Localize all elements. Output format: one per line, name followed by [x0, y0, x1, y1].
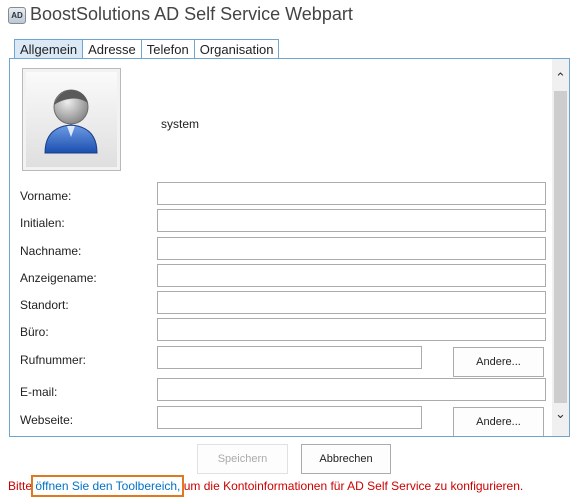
display-name-label: Anzeigename:: [20, 271, 97, 285]
general-tab-panel: system Vorname: Initialen: Nachname: Anz…: [9, 58, 570, 437]
last-name-label: Nachname:: [20, 244, 82, 258]
username-text: system: [161, 117, 200, 131]
tab-organisation[interactable]: Organisation: [194, 39, 280, 59]
open-toolpane-link[interactable]: öffnen Sie den Toolbereich,: [31, 475, 185, 497]
website-other-button[interactable]: Andere...: [453, 407, 544, 436]
initials-label: Initialen:: [20, 216, 65, 230]
tab-adresse[interactable]: Adresse: [83, 39, 142, 59]
scroll-down-arrow-icon[interactable]: ⌄: [552, 405, 569, 422]
scrollbar-thumb[interactable]: [554, 91, 567, 403]
user-photo[interactable]: [22, 68, 121, 171]
page-title: BoostSolutions AD Self Service Webpart: [30, 4, 353, 24]
phone-label: Rufnummer:: [20, 353, 87, 367]
tab-bar: Allgemein Adresse Telefon Organisation: [14, 39, 280, 59]
message-suffix: um die Kontoinformationen für AD Self Se…: [183, 479, 524, 493]
email-label: E-mail:: [20, 385, 58, 399]
phone-field[interactable]: [157, 346, 422, 369]
save-button[interactable]: Speichern: [197, 444, 288, 474]
tab-telefon[interactable]: Telefon: [141, 39, 195, 59]
office-field[interactable]: [157, 318, 546, 341]
email-field[interactable]: [157, 378, 546, 401]
user-avatar-icon: [44, 89, 98, 154]
phone-other-button[interactable]: Andere...: [453, 347, 544, 377]
display-name-field[interactable]: [157, 264, 546, 287]
configuration-message: Bitte öffnen Sie den Toolbereich, um die…: [8, 475, 524, 497]
message-prefix: Bitte: [8, 479, 33, 493]
website-field[interactable]: [157, 406, 422, 429]
cancel-button[interactable]: Abbrechen: [301, 444, 391, 474]
location-field[interactable]: [157, 291, 546, 314]
last-name-field[interactable]: [157, 237, 546, 260]
website-label: Webseite:: [20, 413, 74, 427]
initials-field[interactable]: [157, 209, 546, 232]
first-name-field[interactable]: [157, 182, 546, 205]
scroll-up-arrow-icon[interactable]: ⌃: [552, 69, 569, 86]
panel-scrollbar[interactable]: ⌃ ⌄: [552, 59, 569, 436]
first-name-label: Vorname:: [20, 189, 72, 203]
office-label: Büro:: [20, 325, 49, 339]
tab-allgemein[interactable]: Allgemein: [14, 39, 84, 59]
webpart-icon: AD: [8, 7, 26, 24]
location-label: Standort:: [20, 298, 69, 312]
